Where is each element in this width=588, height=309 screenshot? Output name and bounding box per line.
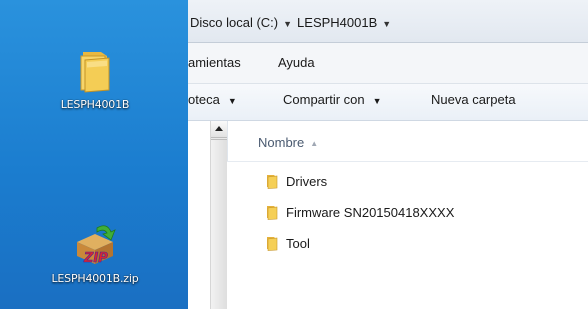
column-header-name[interactable]: Nombre ▲ [258,135,318,150]
desktop-zip-label: LESPH4001B.zip [51,272,139,285]
include-in-library-button[interactable]: oteca ▼ [188,92,237,107]
breadcrumb-folder[interactable]: LESPH4001B [297,15,377,30]
chevron-down-icon: ▼ [372,95,382,106]
file-name: Tool [286,236,310,251]
menu-tools[interactable]: amientas [188,55,241,70]
list-item[interactable]: Firmware SN20150418XXXX [264,202,454,224]
folder-icon [267,206,278,220]
command-bar: oteca ▼ Compartir con ▼ Nueva carpeta [188,84,588,121]
column-header-row: Nombre ▲ [227,121,588,162]
breadcrumb: Disco local (C:) ▼ LESPH4001B ▼ [188,12,396,34]
folder-icon [80,52,110,93]
file-list: Nombre ▲ Drivers Firmware SN20150418XXXX [227,121,588,309]
breadcrumb-dropdown-icon[interactable]: ▼ [382,13,391,35]
column-header-name-label: Nombre [258,135,305,150]
zip-archive-icon: ZIP [77,225,116,266]
svg-text:ZIP: ZIP [83,251,108,266]
explorer-window: Disco local (C:) ▼ LESPH4001B ▼ amientas Ay… [188,0,588,309]
share-with-button[interactable]: Compartir con ▼ [283,92,382,107]
screen: LESPH4001B ZIP LESPH4001B.zip Disco loca… [0,0,588,309]
sort-ascending-icon: ▲ [310,139,319,149]
include-in-library-label: oteca [188,92,220,107]
new-folder-button[interactable]: Nueva carpeta [431,92,516,107]
address-bar[interactable]: Disco local (C:) ▼ LESPH4001B ▼ [188,0,588,43]
menu-bar: amientas Ayuda [188,43,588,84]
desktop-folder-label: LESPH4001B [60,98,130,111]
scroll-up-arrow-icon[interactable] [211,121,227,138]
column-divider [227,121,228,161]
list-item[interactable]: Tool [264,233,310,255]
scroll-thumb[interactable] [211,139,227,309]
breadcrumb-separator-icon[interactable]: ▼ [283,13,292,35]
navigation-pane[interactable] [188,121,210,309]
file-name: Firmware SN20150418XXXX [286,205,455,220]
folder-icon [267,175,278,189]
desktop: LESPH4001B ZIP LESPH4001B.zip [0,0,188,309]
chevron-down-icon: ▼ [227,95,237,106]
folder-icon [267,237,278,251]
breadcrumb-disk[interactable]: Disco local (C:) [190,15,278,30]
file-name: Drivers [286,174,328,189]
share-with-label: Compartir con [283,92,365,107]
desktop-zip-item[interactable]: ZIP LESPH4001B.zip [40,220,150,285]
list-item[interactable]: Drivers [264,171,327,193]
desktop-folder-item[interactable]: LESPH4001B [40,46,150,111]
menu-help[interactable]: Ayuda [278,55,315,70]
nav-scrollbar[interactable] [210,121,228,309]
